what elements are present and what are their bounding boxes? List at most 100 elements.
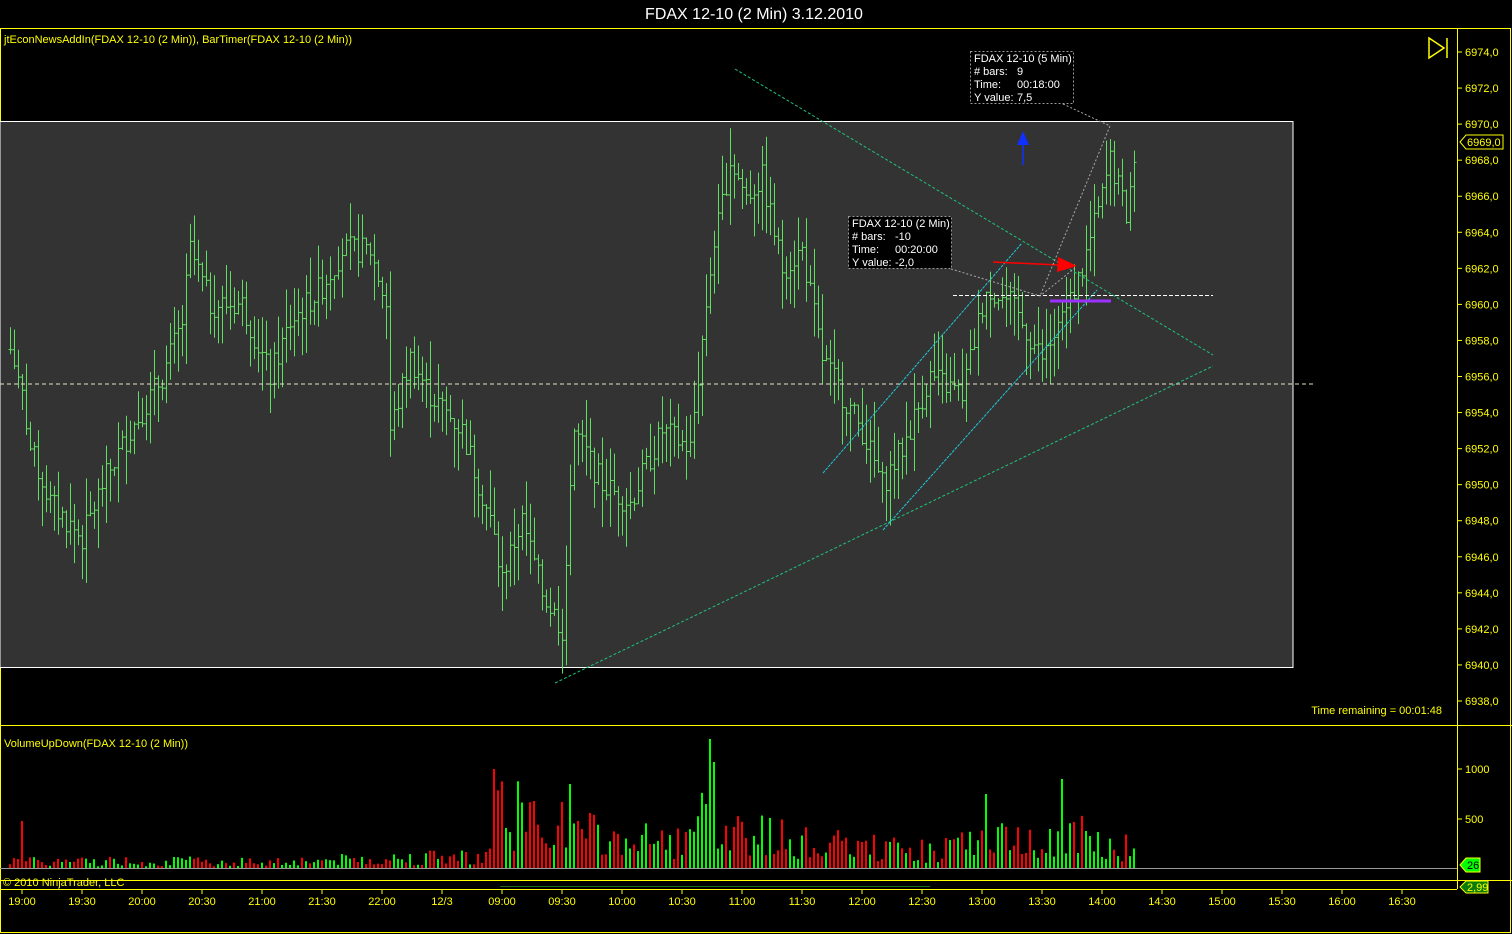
volume-bar	[189, 856, 191, 869]
volume-bar	[653, 843, 655, 869]
price-tick-label: 6950,0	[1465, 480, 1499, 492]
volume-bar	[685, 832, 687, 869]
volume-bar	[889, 841, 891, 869]
tooltip-y-label: Y value:	[974, 92, 1014, 104]
volume-bar	[1041, 849, 1043, 869]
volume-bar	[533, 801, 535, 869]
price-tick-label: 6960,0	[1465, 299, 1499, 311]
volume-bar	[985, 794, 987, 869]
volume-bar	[697, 816, 699, 869]
volume-bar	[477, 853, 479, 869]
price-tick-label: 6948,0	[1465, 516, 1499, 528]
time-tick-label: 12:00	[848, 896, 876, 908]
volume-bar	[361, 856, 363, 869]
time-tick-label: 21:00	[248, 896, 276, 908]
volume-bar	[305, 861, 307, 869]
volume-bar	[701, 792, 703, 869]
volume-bar	[33, 857, 35, 869]
volume-bar	[753, 835, 755, 869]
volume-bar	[737, 816, 739, 869]
volume-bar	[625, 838, 627, 869]
volume-bar	[681, 854, 683, 869]
volume-bar	[833, 835, 835, 869]
tooltip-time-label: Time:	[852, 244, 879, 256]
volume-bar	[705, 804, 707, 869]
volume-bar	[333, 860, 335, 869]
volume-bar	[549, 847, 551, 869]
ruler-tooltip-5min: FDAX 12-10 (5 Min) # bars: 9 Time: 00:18…	[970, 51, 1074, 104]
volume-bar	[1045, 852, 1047, 869]
volume-bar	[745, 837, 747, 869]
volume-bar	[949, 840, 951, 869]
volume-bar	[945, 838, 947, 869]
volume-bar	[269, 860, 271, 869]
volume-bar	[1013, 845, 1015, 869]
volume-bar	[937, 862, 939, 869]
time-tick-label: 21:30	[308, 896, 336, 908]
volume-bar	[1057, 831, 1059, 869]
volume-bar	[493, 769, 495, 869]
tooltip-time: 00:18:00	[1017, 79, 1060, 91]
volume-bar	[509, 832, 511, 869]
volume-bar	[369, 859, 371, 869]
volume-bar	[617, 833, 619, 869]
volume-bar	[437, 858, 439, 869]
volume-bar	[329, 860, 331, 869]
price-tick-label: 6952,0	[1465, 444, 1499, 456]
volume-bar	[933, 850, 935, 869]
volume-bar	[693, 831, 695, 869]
volume-bar	[1113, 849, 1115, 869]
volume-bar	[1085, 831, 1087, 869]
volume-bar	[505, 827, 507, 869]
price-tick-label: 6940,0	[1465, 660, 1499, 672]
volume-bar	[41, 862, 43, 869]
price-tick-label: 6964,0	[1465, 227, 1499, 239]
price-tick-label: 6956,0	[1465, 372, 1499, 384]
volume-bar	[109, 856, 111, 869]
volume-bar	[921, 839, 923, 869]
volume-bar	[13, 858, 15, 869]
volume-bar	[637, 851, 639, 869]
volume-bar	[53, 861, 55, 869]
tooltip-bars-label: # bars:	[974, 66, 1008, 78]
time-tick-label: 19:00	[8, 896, 36, 908]
time-tick-label: 10:00	[608, 896, 636, 908]
volume-bar	[677, 828, 679, 869]
volume-bar	[981, 830, 983, 869]
volume-bar	[897, 842, 899, 869]
volume-bar	[1089, 836, 1091, 869]
price-tick-label: 6966,0	[1465, 191, 1499, 203]
volume-bar	[1129, 856, 1131, 869]
volume-bar	[357, 861, 359, 869]
volume-bar	[561, 801, 563, 869]
volume-bar	[85, 858, 87, 869]
volume-bar	[1065, 853, 1067, 869]
volume-bar	[785, 849, 787, 869]
volume-bar	[353, 857, 355, 869]
volume-bar	[1105, 858, 1107, 869]
time-tick-label: 12/3	[431, 896, 452, 908]
price-tick-label: 6972,0	[1465, 83, 1499, 95]
volume-bar	[657, 840, 659, 869]
volume-bar	[569, 784, 571, 869]
volume-bar	[565, 847, 567, 869]
volume-bar	[113, 858, 115, 869]
volume-bar	[877, 861, 879, 869]
volume-bar	[893, 837, 895, 869]
volume-bar	[1093, 851, 1095, 869]
volume-bar	[757, 844, 759, 869]
volume-bar	[689, 829, 691, 869]
time-tick-label: 12:30	[908, 896, 936, 908]
volume-bar	[301, 857, 303, 869]
time-tick-label: 13:00	[968, 896, 996, 908]
volume-bar	[277, 858, 279, 869]
volume-bar	[789, 839, 791, 869]
time-tick-label: 15:30	[1268, 896, 1296, 908]
volume-bar	[969, 831, 971, 869]
volume-bar	[73, 861, 75, 869]
volume-bar	[77, 858, 79, 869]
rectangle-drawing[interactable]	[0, 121, 1294, 668]
volume-bar	[901, 848, 903, 869]
time-tick-label: 19:30	[68, 896, 96, 908]
time-tick-label: 14:30	[1148, 896, 1176, 908]
